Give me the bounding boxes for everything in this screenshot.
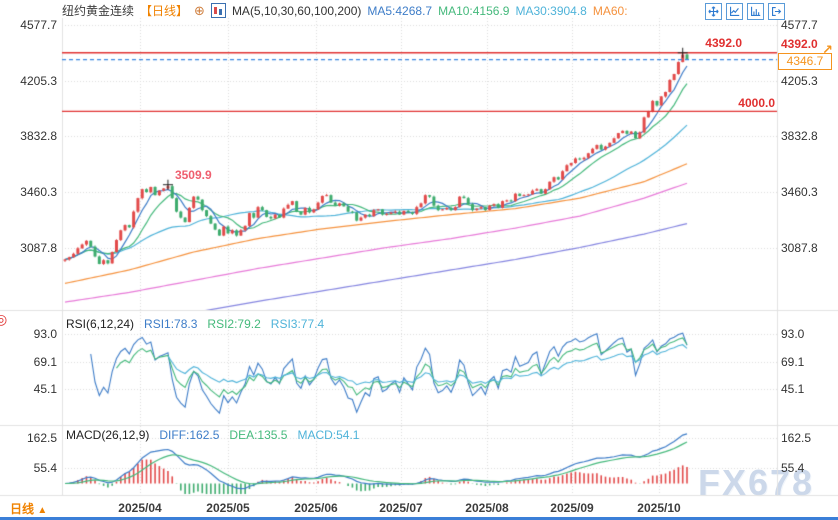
axis-tick-label: 93.0 xyxy=(0,327,57,341)
axis-tick-label: 45.1 xyxy=(781,382,804,396)
date-tick-label: 2025/07 xyxy=(379,501,422,515)
ma60-value: MA60: xyxy=(593,4,628,18)
axis-tick-label: 162.5 xyxy=(0,431,57,445)
axis-line-chart-icon[interactable] xyxy=(726,3,743,20)
trend-arrow-icon: ↗ xyxy=(822,42,833,58)
date-tick-label: 2025/04 xyxy=(118,501,161,515)
date-tick-label: 2025/06 xyxy=(294,501,337,515)
ma30-value: MA30:3904.8 xyxy=(515,4,586,18)
period-tag[interactable]: 【日线】 xyxy=(140,2,188,19)
date-tick-label: 2025/10 xyxy=(637,501,680,515)
add-indicator-icon[interactable]: ⊕ xyxy=(194,4,205,17)
axis-tick-label: 69.1 xyxy=(781,355,804,369)
date-tick-label: 2025/09 xyxy=(550,501,593,515)
macd-value: MACD:54.1 xyxy=(297,428,359,442)
export-icon[interactable] xyxy=(768,3,785,20)
date-tick-label: 2025/08 xyxy=(465,501,508,515)
rsi2-value: RSI2:79.2 xyxy=(207,317,260,331)
april-peak-annotation: 3509.9 xyxy=(175,168,212,182)
axis-tick-label: 4205.3 xyxy=(781,74,818,88)
symbol-title: 纽约黄金连续 xyxy=(62,2,134,19)
axis-tick-label: 4577.7 xyxy=(0,18,57,32)
chart-app-window: FX678 纽约黄金连续 【日线】 ⊕ MA(5,10,30,60,100,20… xyxy=(0,0,838,520)
rsi-panel-header: RSI(6,12,24) RSI1:78.3 RSI2:79.2 RSI3:77… xyxy=(66,317,324,331)
round-level-label: 4000.0 xyxy=(703,96,775,110)
diff-value: DIFF:162.5 xyxy=(159,428,219,442)
axis-tick-label: 45.1 xyxy=(0,382,57,396)
chart-canvas[interactable] xyxy=(0,0,838,520)
move-icon[interactable] xyxy=(705,3,722,20)
macd-name: MACD(26,12,9) xyxy=(66,428,149,442)
dea-value: DEA:135.5 xyxy=(229,428,287,442)
axis-tick-label: 3087.8 xyxy=(781,241,818,255)
axis-tick-label: 162.5 xyxy=(781,431,811,445)
ma10-value: MA10:4156.9 xyxy=(438,4,509,18)
crosshair-target-icon[interactable]: ◎ xyxy=(0,311,7,328)
period-arrow-icon: ▲ xyxy=(37,505,47,516)
axis-tick-label: 4577.7 xyxy=(781,18,818,32)
ma5-value: MA5:4268.7 xyxy=(367,4,432,18)
rsi-name: RSI(6,12,24) xyxy=(66,317,134,331)
axis-tick-label: 55.4 xyxy=(781,461,804,475)
macd-panel-header: MACD(26,12,9) DIFF:162.5 DEA:135.5 MACD:… xyxy=(66,428,359,442)
rsi1-value: RSI1:78.3 xyxy=(144,317,197,331)
period-label: 日线 xyxy=(10,502,34,516)
axis-tick-label: 3087.8 xyxy=(0,241,57,255)
axis-tick-label: 3832.8 xyxy=(0,129,57,143)
rsi3-value: RSI3:77.4 xyxy=(271,317,324,331)
axis-tick-label: 93.0 xyxy=(781,327,804,341)
axis-tick-label: 3460.3 xyxy=(0,185,57,199)
ma-settings-label: MA(5,10,30,60,100,200) xyxy=(232,4,361,18)
chart-header: 纽约黄金连续 【日线】 ⊕ MA(5,10,30,60,100,200) MA5… xyxy=(62,2,628,19)
axis-bar-chart-icon[interactable] xyxy=(747,3,764,20)
date-tick-label: 2025/05 xyxy=(206,501,249,515)
axis-tick-label: 3460.3 xyxy=(781,185,818,199)
axis-tick-label: 55.4 xyxy=(0,461,57,475)
period-selector[interactable]: 日线 ▲ xyxy=(10,500,47,517)
candlestick-chart-icon[interactable] xyxy=(211,3,226,18)
high-line-axis-label: 4392.0 xyxy=(781,37,818,51)
axis-tick-label: 3832.8 xyxy=(781,129,818,143)
high-line-label: 4392.0 xyxy=(686,36,742,50)
chart-toolbar xyxy=(705,3,785,20)
axis-tick-label: 69.1 xyxy=(0,355,57,369)
axis-tick-label: 4205.3 xyxy=(0,74,57,88)
